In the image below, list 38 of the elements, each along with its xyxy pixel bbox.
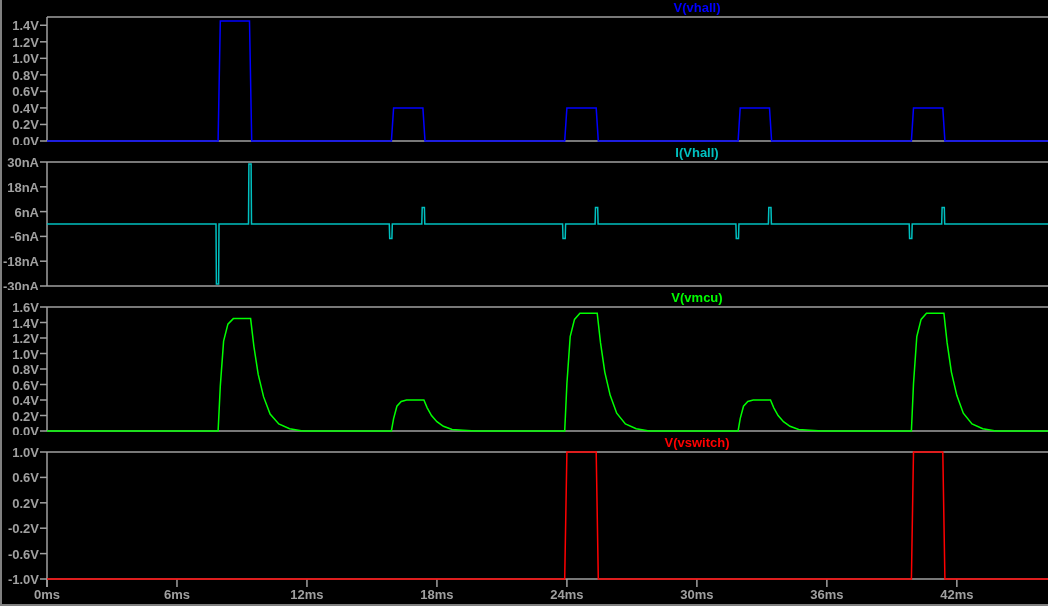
axis-label: -6nA [10, 229, 39, 245]
axis-label: 0.6V [12, 84, 39, 100]
axis-label: 1.2V [12, 331, 39, 346]
axis-label: 36ms [810, 587, 844, 602]
axis-label: 1.4V [12, 315, 39, 331]
axis-label: 30nA [7, 155, 39, 170]
axis-label: 12ms [290, 587, 324, 602]
axis-label: 42ms [940, 587, 974, 602]
axis-label: 0.6V [12, 377, 39, 393]
axis-label: 0.8V [12, 67, 39, 83]
axis-label: 0.2V [12, 408, 39, 424]
trace-title: I(Vhall) [675, 145, 719, 160]
axis-label: 18nA [7, 179, 39, 195]
axis-label: -0.6V [7, 546, 39, 562]
axis-label: -0.2V [7, 521, 39, 537]
axis-label: 18ms [420, 587, 454, 602]
axis-label: -1.0V [7, 572, 39, 587]
axis-label: 1.4V [12, 18, 39, 34]
axis-label: 1.2V [12, 34, 39, 50]
axis-label: 0.4V [12, 393, 39, 408]
axis-label: -18nA [2, 254, 39, 270]
axis-label: 30ms [680, 587, 714, 602]
axis-label: 1.0V [12, 346, 39, 362]
axis-label: 0.2V [12, 117, 39, 133]
axis-label: 6nA [14, 204, 39, 220]
axis-label: 0.4V [12, 100, 39, 116]
trace-title: V(vmcu) [671, 290, 723, 305]
axis-label: 24ms [550, 587, 584, 602]
axis-label: 1.0V [12, 51, 39, 67]
axis-label: 0.6V [12, 470, 39, 486]
axis-label: 1.6V [12, 300, 39, 315]
axis-label: 0.2V [12, 495, 39, 511]
axis-label: 0ms [34, 587, 60, 602]
axis-label: 0.8V [12, 362, 39, 377]
trace-title: V(vhall) [673, 0, 721, 15]
trace-title: V(vswitch) [664, 435, 730, 450]
axis-label: 1.0V [12, 445, 39, 460]
axis-label: 6ms [163, 587, 190, 602]
